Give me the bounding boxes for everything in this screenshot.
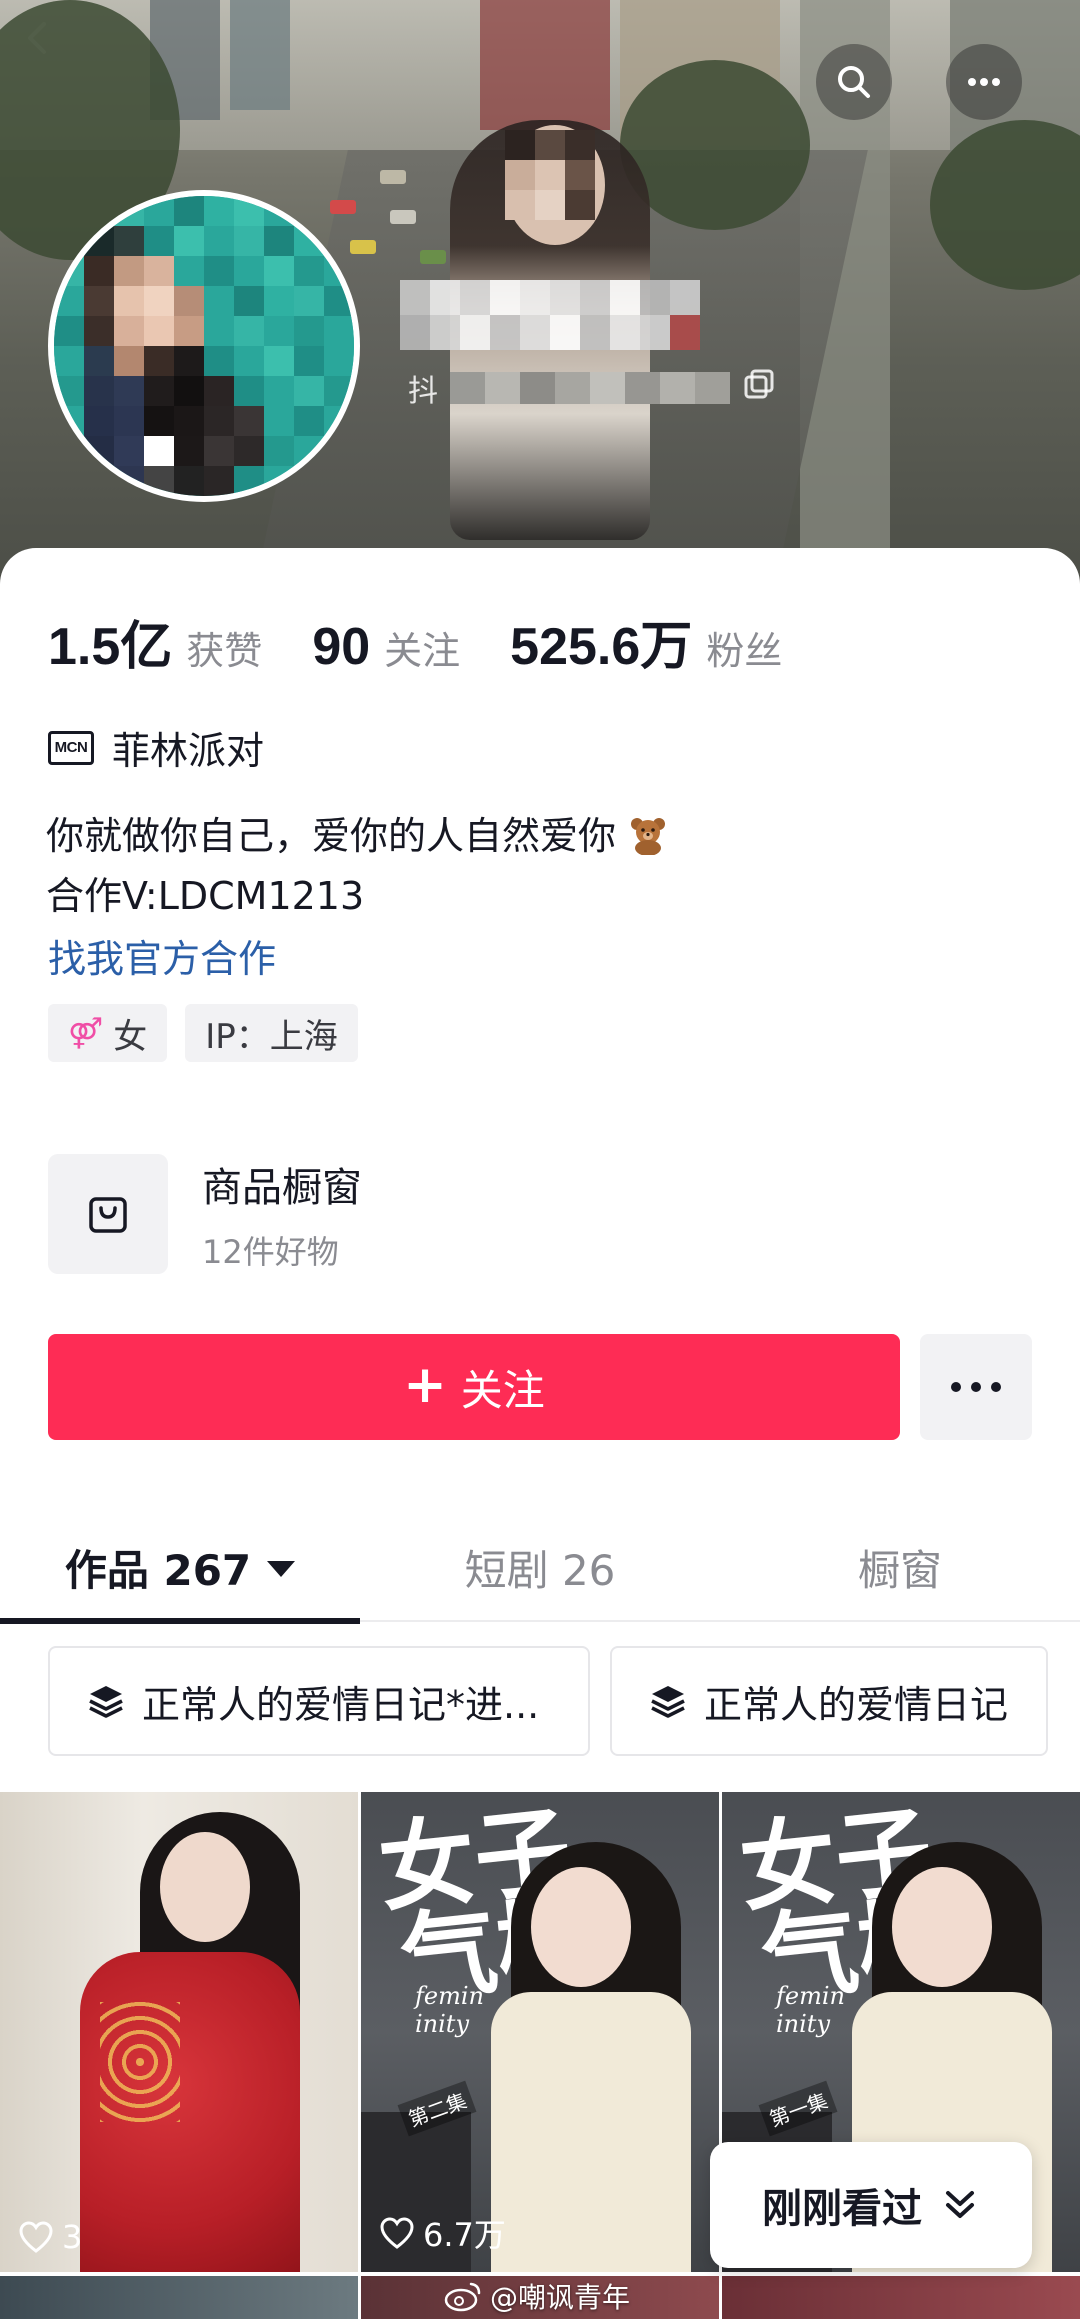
shop-title: 商品橱窗 xyxy=(202,1165,362,1211)
ip-location-tag: IP：上海 xyxy=(185,1004,358,1062)
teddy-bear-icon xyxy=(631,818,666,855)
official-cooperation-link[interactable]: 找我官方合作 xyxy=(48,928,276,983)
more-actions-button[interactable] xyxy=(920,1334,1032,1440)
gender-text: 女 xyxy=(113,1016,148,1057)
poster-subtitle: femin inity xyxy=(415,1982,484,2038)
cover-face-mosaic xyxy=(505,130,595,220)
following-count[interactable]: 90 xyxy=(312,617,370,677)
follow-button[interactable]: + 关注 xyxy=(48,1334,900,1440)
profile-stats: 1.5亿 获赞 90 关注 525.6万 粉丝 xyxy=(48,604,832,679)
cover-car xyxy=(390,210,416,224)
thumb-face xyxy=(531,1867,631,1987)
bio-line: 你就做你自己，爱你的人自然爱你 xyxy=(46,806,668,866)
avatar-mosaic xyxy=(54,196,354,496)
tab-short-dramas-label: 短剧 26 xyxy=(464,1545,616,1595)
cover-building xyxy=(480,0,610,130)
video-thumbnail[interactable] xyxy=(0,2276,358,2319)
shop-window-entry[interactable]: 商品橱窗 12件好物 xyxy=(48,1154,362,1274)
likes-count: 1.5亿 xyxy=(48,618,173,676)
ip-location-text: IP：上海 xyxy=(205,1016,338,1057)
collection-chip[interactable]: 正常人的爱情日记 xyxy=(610,1646,1048,1756)
tab-works-label: 作品 267 xyxy=(64,1545,252,1595)
shop-icon-box xyxy=(48,1154,168,1274)
recently-viewed-label: 刚刚看过 xyxy=(762,2186,922,2232)
cover-car xyxy=(380,170,406,184)
bio-contact: 合作V:LDCM1213 xyxy=(46,874,365,918)
tab-works[interactable]: 作品 267 xyxy=(0,1512,360,1622)
thumb-top xyxy=(491,1992,691,2272)
copy-id-button[interactable] xyxy=(742,367,776,409)
thumb-embroidery xyxy=(100,2002,180,2122)
thumb-face xyxy=(160,1832,250,1942)
watermark-text: @嘲讽青年 xyxy=(490,2281,631,2314)
collection-chip-label: 正常人的爱情日记 xyxy=(704,1682,1009,1727)
thumb-face xyxy=(892,1867,992,1987)
double-chevron-down-icon xyxy=(946,2191,974,2218)
username-mosaic xyxy=(400,280,700,350)
collection-chip-label: 正常人的爱情日记*进... xyxy=(142,1682,540,1727)
profile-bio: 你就做你自己，爱你的人自然爱你 合作V:LDCM1213 xyxy=(46,806,668,926)
cover-building xyxy=(230,0,290,110)
caret-down-icon xyxy=(267,1561,296,1577)
followers-count[interactable]: 525.6万 xyxy=(510,604,692,679)
tab-short-dramas[interactable]: 短剧 26 xyxy=(360,1512,720,1622)
mcn-row[interactable]: MCN 菲林派对 xyxy=(48,720,264,775)
video-like-count: 6.7万 xyxy=(379,2210,506,2256)
collection-chip[interactable]: 正常人的爱情日记*进... xyxy=(48,1646,590,1756)
gender-tag: ⚤ 女 xyxy=(48,1004,168,1062)
content-tabs: 作品 267 短剧 26 橱窗 xyxy=(0,1512,1080,1622)
heart-outline-icon xyxy=(380,2217,414,2249)
copy-icon xyxy=(744,369,774,399)
shopping-bag-icon xyxy=(89,1197,127,1233)
mcn-icon: MCN xyxy=(48,730,94,765)
layers-icon xyxy=(89,1686,123,1718)
cover-car xyxy=(420,250,446,264)
more-horizontal-icon xyxy=(968,78,1000,86)
active-tab-indicator xyxy=(0,1618,360,1624)
more-button[interactable] xyxy=(946,44,1022,120)
video-thumbnail[interactable]: 女子 气概 femin inity 第二集 6.7万 xyxy=(361,1792,719,2272)
weibo-icon xyxy=(444,2282,481,2312)
follow-label: 关注 xyxy=(460,1365,545,1415)
like-count-text: 6.7万 xyxy=(423,2216,506,2254)
search-icon xyxy=(838,66,870,98)
user-id-mosaic xyxy=(450,372,730,404)
more-horizontal-icon xyxy=(951,1382,1001,1392)
like-count-text: 3 xyxy=(62,2218,83,2256)
bio-text: 你就做你自己，爱你的人自然爱你 xyxy=(46,814,617,858)
weibo-watermark: @嘲讽青年 xyxy=(444,2276,630,2316)
heart-outline-icon xyxy=(19,2221,53,2253)
female-icon: ⚤ xyxy=(68,1015,104,1051)
profile-avatar[interactable] xyxy=(48,190,360,502)
likes-label: 获赞 xyxy=(186,629,263,673)
shop-text: 商品橱窗 12件好物 xyxy=(202,1155,362,1273)
shop-subtitle: 12件好物 xyxy=(202,1233,339,1271)
id-prefix: 抖 xyxy=(408,374,438,409)
poster-subtitle: femin inity xyxy=(776,1982,845,2038)
profile-tags: ⚤ 女 IP：上海 xyxy=(48,1004,358,1062)
video-thumbnail[interactable] xyxy=(722,2276,1080,2319)
video-like-count: 3 xyxy=(18,2218,82,2256)
mcn-name: 菲林派对 xyxy=(112,729,265,773)
tab-shop-window[interactable]: 橱窗 xyxy=(720,1512,1080,1622)
tab-shop-window-label: 橱窗 xyxy=(857,1545,942,1595)
layers-icon xyxy=(651,1686,685,1718)
following-label[interactable]: 关注 xyxy=(384,620,460,675)
plus-icon: + xyxy=(403,1355,447,1415)
collection-chips: 正常人的爱情日记*进... 正常人的爱情日记 xyxy=(48,1646,1048,1756)
video-thumbnail[interactable]: 3 xyxy=(0,1792,358,2272)
user-id-row: 抖 xyxy=(408,366,776,410)
followers-label[interactable]: 粉丝 xyxy=(706,620,782,675)
recently-viewed-button[interactable]: 刚刚看过 xyxy=(710,2142,1032,2268)
search-button[interactable] xyxy=(816,44,892,120)
